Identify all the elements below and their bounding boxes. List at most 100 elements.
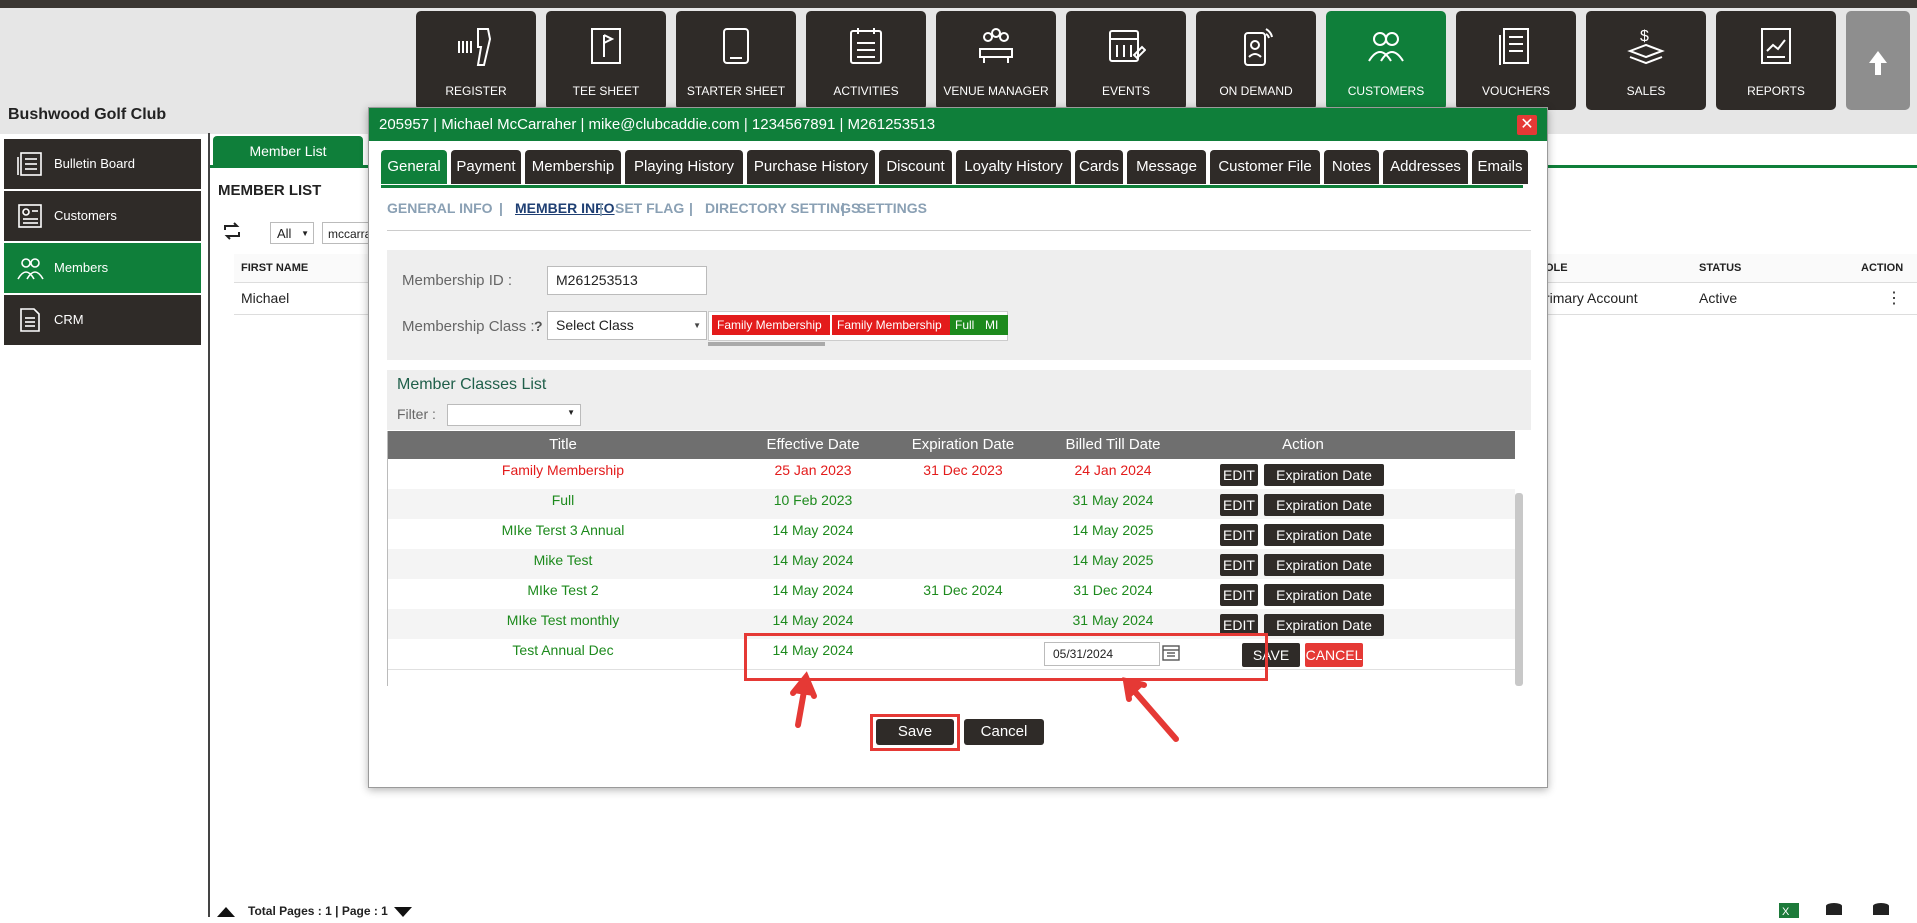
cell-billed-till-date: 31 May 2024 (1072, 492, 1154, 508)
database-export-icon[interactable] (1825, 902, 1847, 923)
cell-title: MIke Test monthly (506, 612, 620, 628)
sidebar-item-crm[interactable]: CRM (4, 295, 201, 345)
tab-general[interactable]: General (381, 150, 447, 184)
save-button[interactable]: Save (876, 719, 954, 745)
expiration-date-button[interactable]: Expiration Date (1264, 554, 1384, 576)
class-filter-select[interactable]: ▼ (447, 404, 581, 426)
tab-notes[interactable]: Notes (1324, 150, 1379, 184)
sidebar-item-customers[interactable]: Customers (4, 191, 201, 241)
club-name: Bushwood Golf Club (8, 106, 167, 123)
cancel-row-button[interactable]: CANCEL (1305, 643, 1363, 667)
membership-class-select[interactable]: Select Class ▼ (547, 311, 707, 340)
tab-playing-history[interactable]: Playing History (625, 150, 743, 184)
nav-label: VOUCHERS (1481, 84, 1550, 98)
page-title: MEMBER LIST (218, 182, 322, 199)
class-tag[interactable]: MI (980, 315, 1008, 335)
expiration-date-button[interactable]: Expiration Date (1264, 524, 1384, 546)
crm-document-icon (20, 308, 40, 332)
nav-on-demand[interactable]: ON DEMAND (1196, 11, 1316, 110)
nav-vouchers[interactable]: VOUCHERS (1456, 11, 1576, 110)
table-row: MIke Test 2 14 May 2024 31 Dec 2024 31 Dec … (388, 579, 1515, 610)
class-tag[interactable]: Full (950, 315, 983, 335)
expiration-date-button[interactable]: Expiration Date (1264, 494, 1384, 516)
nav-register[interactable]: REGISTER (416, 11, 536, 110)
tags-scrollbar[interactable] (708, 342, 825, 346)
cell-first-name: Michael (241, 290, 290, 306)
nav-tee-sheet[interactable]: TEE SHEET (546, 11, 666, 110)
nav-label: STARTER SHEET (686, 84, 786, 98)
nav-reports[interactable]: REPORTS (1716, 11, 1836, 110)
page-down-icon[interactable] (393, 905, 413, 923)
arrow-up-icon (1869, 51, 1887, 75)
excel-export-icon[interactable]: X (1778, 902, 1800, 923)
tab-addresses[interactable]: Addresses (1383, 150, 1468, 184)
class-tag[interactable]: Family Membership (712, 315, 830, 335)
tab-membership[interactable]: Membership (525, 150, 621, 184)
subnav-set-flag[interactable]: SET FLAG (615, 200, 684, 216)
chevron-down-icon: ▼ (567, 408, 575, 417)
reports-icon (1761, 28, 1791, 64)
expiration-date-button[interactable]: Expiration Date (1264, 614, 1384, 636)
table-scrollbar[interactable] (1515, 493, 1523, 686)
sidebar-item-members[interactable]: Members (4, 243, 201, 293)
svg-text:X: X (1782, 906, 1790, 918)
tab-payment[interactable]: Payment (451, 150, 521, 184)
close-icon[interactable]: ✕ (1517, 115, 1537, 135)
nav-customers[interactable]: CUSTOMERS (1326, 11, 1446, 110)
refresh-icon[interactable] (222, 222, 242, 245)
cell-billed-till-date: 24 Jan 2024 (1074, 462, 1152, 478)
subnav-directory-settings[interactable]: DIRECTORY SETTINGS (705, 200, 860, 216)
event-calendar-icon (1109, 30, 1146, 62)
cell-title: Family Membership (501, 462, 625, 478)
tab-member-list[interactable]: Member List (213, 136, 363, 167)
header-action: Action (1282, 436, 1324, 453)
header-expiration-date: Expiration Date (911, 436, 1015, 453)
tab-loyalty-history[interactable]: Loyalty History (956, 150, 1071, 184)
subnav-settings[interactable]: SETTINGS (857, 200, 927, 216)
cell-expiration-date: 31 Dec 2023 (923, 462, 1003, 478)
nav-label: ACTIVITIES (833, 84, 899, 98)
tab-emails[interactable]: Emails (1472, 150, 1528, 184)
top-strip (0, 0, 1917, 8)
scroll-up-button[interactable] (1846, 11, 1910, 110)
nav-activities[interactable]: ACTIVITIES (806, 11, 926, 110)
meeting-icon (979, 28, 1013, 63)
tab-customer-file[interactable]: Customer File (1210, 150, 1320, 184)
filter-select[interactable]: All ▼ (270, 222, 314, 244)
modal-title: 205957 | Michael McCarraher | mike@clubc… (379, 116, 936, 133)
nav-starter-sheet[interactable]: STARTER SHEET (676, 11, 796, 110)
expiration-date-button[interactable]: Expiration Date (1264, 464, 1384, 486)
header-billed-till-date: Billed Till Date (1065, 436, 1161, 453)
cell-expiration-date: 31 Dec 2024 (923, 582, 1003, 598)
subnav-separator: | (689, 200, 693, 216)
expiration-date-button[interactable]: Expiration Date (1264, 584, 1384, 606)
filter-select-value: All (277, 226, 292, 241)
nav-events[interactable]: EVENTS (1066, 11, 1186, 110)
cancel-button[interactable]: Cancel (964, 719, 1044, 745)
tab-purchase-history[interactable]: Purchase History (747, 150, 875, 184)
search-input[interactable]: mccarra (322, 222, 372, 244)
edit-button[interactable]: EDIT (1220, 584, 1258, 606)
nav-label: SALES (1626, 84, 1666, 98)
class-tag[interactable]: Family Membership (832, 315, 950, 335)
tab-cards[interactable]: Cards (1075, 150, 1123, 184)
edit-button[interactable]: EDIT (1220, 494, 1258, 516)
edit-button[interactable]: EDIT (1220, 464, 1258, 486)
edit-button[interactable]: EDIT (1220, 554, 1258, 576)
filter-label: Filter : (397, 406, 436, 422)
membership-id-field[interactable]: M261253513 (547, 266, 707, 295)
column-action: ACTION (1861, 262, 1904, 274)
nav-sales[interactable]: $ SALES (1586, 11, 1706, 110)
page-up-icon[interactable] (216, 905, 236, 923)
row-actions-menu-icon[interactable]: ⋮ (1886, 288, 1902, 308)
help-icon[interactable]: ? (534, 318, 543, 334)
edit-button[interactable]: EDIT (1220, 524, 1258, 546)
nav-venue-manager[interactable]: VENUE MANAGER (936, 11, 1056, 110)
tab-discount[interactable]: Discount (879, 150, 952, 184)
sidebar-item-bulletin-board[interactable]: Bulletin Board (4, 139, 201, 189)
database-upload-icon[interactable] (1872, 902, 1894, 923)
pagination-info: Total Pages : 1 | Page : 1 (248, 904, 388, 918)
cell-title: Test Annual Dec (512, 642, 614, 658)
subnav-general-info[interactable]: GENERAL INFO (387, 200, 493, 216)
tab-message[interactable]: Message (1127, 150, 1206, 184)
